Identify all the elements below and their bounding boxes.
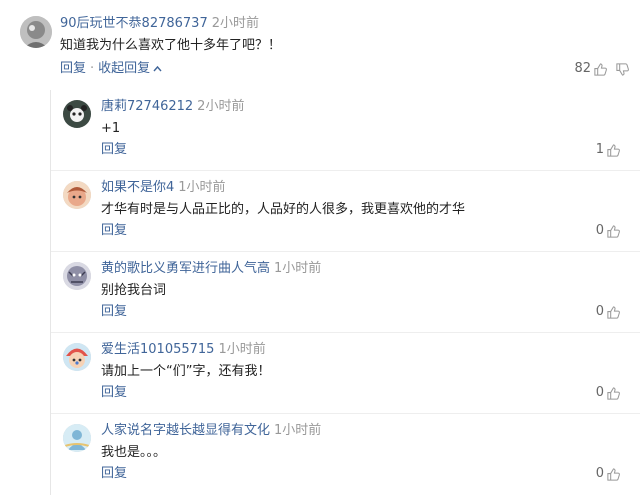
- comment-text: +1: [101, 121, 121, 136]
- thumbs-up-icon: [607, 143, 620, 157]
- collapse-replies-label: 收起回复: [98, 61, 151, 76]
- author-name[interactable]: 唐莉72746212: [101, 99, 193, 114]
- reply-button[interactable]: 回复: [60, 61, 86, 76]
- thumbs-up-icon: [607, 305, 620, 319]
- thumbs-up-icon: [594, 62, 607, 76]
- avatar[interactable]: [20, 16, 52, 48]
- comment-author[interactable]: 人家说名字越长越显得有文化 1小时前: [101, 422, 321, 440]
- reply-button[interactable]: 回复: [101, 465, 127, 483]
- thumbs-up-icon: [607, 386, 620, 400]
- author-name[interactable]: 黄的歌比义勇军进行曲人气高: [101, 261, 270, 276]
- thumbs-up-icon: [607, 224, 620, 238]
- reply-button[interactable]: 回复: [101, 303, 127, 321]
- comment-thread: 90后玩世不恭82786737 2小时前 知道我为什么喜欢了他十多年了吧？！ 回复…: [0, 0, 640, 495]
- author-name[interactable]: 人家说名字越长越显得有文化: [101, 423, 270, 438]
- avatar-image: [63, 424, 91, 452]
- like-button[interactable]: 0: [596, 384, 621, 402]
- comment-author[interactable]: 黄的歌比义勇军进行曲人气高 1小时前: [101, 260, 321, 278]
- like-count: 0: [595, 466, 604, 481]
- collapse-replies-button[interactable]: 收起回复: [98, 61, 162, 76]
- comment-text: 我也是。。。: [101, 445, 167, 460]
- comment-actions: 回复 · 收起回复: [60, 60, 162, 79]
- comment-author[interactable]: 爱生活101055715 1小时前: [101, 341, 266, 359]
- like-button[interactable]: 0: [596, 303, 621, 321]
- reply-list: 唐莉72746212 2小时前 +1 回复 1 如果不是你4 1小时前 才华有时…: [50, 90, 640, 495]
- like-count: 82: [574, 61, 591, 76]
- avatar-image: [20, 16, 52, 48]
- like-button[interactable]: 82: [574, 60, 608, 78]
- reply-item: 黄的歌比义勇军进行曲人气高 1小时前 别抢我台词 回复 0: [51, 252, 640, 333]
- separator: ·: [90, 61, 95, 76]
- comment-text: 别抢我台词: [101, 283, 167, 298]
- comment-text: 知道我为什么喜欢了他十多年了吧？！: [60, 38, 282, 53]
- avatar-image: [63, 181, 91, 209]
- comment-time: 1小时前: [274, 261, 322, 276]
- like-count: 0: [595, 223, 604, 238]
- reply-item: 爱生活101055715 1小时前 请加上一个“们”字，还有我！ 回复 0: [51, 333, 640, 414]
- comment-time: 1小时前: [178, 180, 226, 195]
- reply-item: 人家说名字越长越显得有文化 1小时前 我也是。。。 回复 0: [51, 414, 640, 495]
- avatar[interactable]: [63, 262, 91, 290]
- chevron-up-icon: [153, 61, 162, 79]
- reply-button[interactable]: 回复: [101, 141, 127, 159]
- comment-time: 1小时前: [274, 423, 322, 438]
- like-button[interactable]: 1: [596, 141, 621, 159]
- reply-item: 唐莉72746212 2小时前 +1 回复 1: [51, 90, 640, 171]
- avatar-image: [63, 343, 91, 371]
- avatar[interactable]: [63, 424, 91, 452]
- author-name[interactable]: 90后玩世不恭82786737: [60, 16, 208, 31]
- comment-text: 才华有时是与人品正比的，人品好的人很多，我更喜欢他的才华: [101, 202, 466, 217]
- like-button[interactable]: 0: [596, 465, 621, 483]
- thumbs-up-icon: [607, 467, 620, 481]
- comment-author[interactable]: 唐莉72746212 2小时前: [101, 98, 244, 116]
- comment-author[interactable]: 90后玩世不恭82786737 2小时前: [60, 15, 259, 33]
- thumbs-down-icon[interactable]: [615, 62, 630, 77]
- avatar[interactable]: [63, 181, 91, 209]
- avatar[interactable]: [63, 100, 91, 128]
- avatar-image: [63, 262, 91, 290]
- like-count: 0: [595, 304, 604, 319]
- main-comment: 90后玩世不恭82786737 2小时前 知道我为什么喜欢了他十多年了吧？！ 回复…: [0, 0, 640, 82]
- like-count: 0: [595, 385, 604, 400]
- avatar[interactable]: [63, 343, 91, 371]
- reply-item: 如果不是你4 1小时前 才华有时是与人品正比的，人品好的人很多，我更喜欢他的才华 …: [51, 171, 640, 252]
- comment-time: 2小时前: [211, 16, 259, 31]
- comment-author[interactable]: 如果不是你4 1小时前: [101, 179, 226, 197]
- comment-text: 请加上一个“们”字，还有我！: [101, 364, 271, 379]
- avatar-image: [63, 100, 91, 128]
- reply-button[interactable]: 回复: [101, 384, 127, 402]
- comment-time: 2小时前: [197, 99, 245, 114]
- reply-button[interactable]: 回复: [101, 222, 127, 240]
- like-count: 1: [595, 142, 604, 157]
- author-name[interactable]: 爱生活101055715: [101, 342, 214, 357]
- comment-time: 1小时前: [218, 342, 266, 357]
- like-button[interactable]: 0: [596, 222, 621, 240]
- author-name[interactable]: 如果不是你4: [101, 180, 174, 195]
